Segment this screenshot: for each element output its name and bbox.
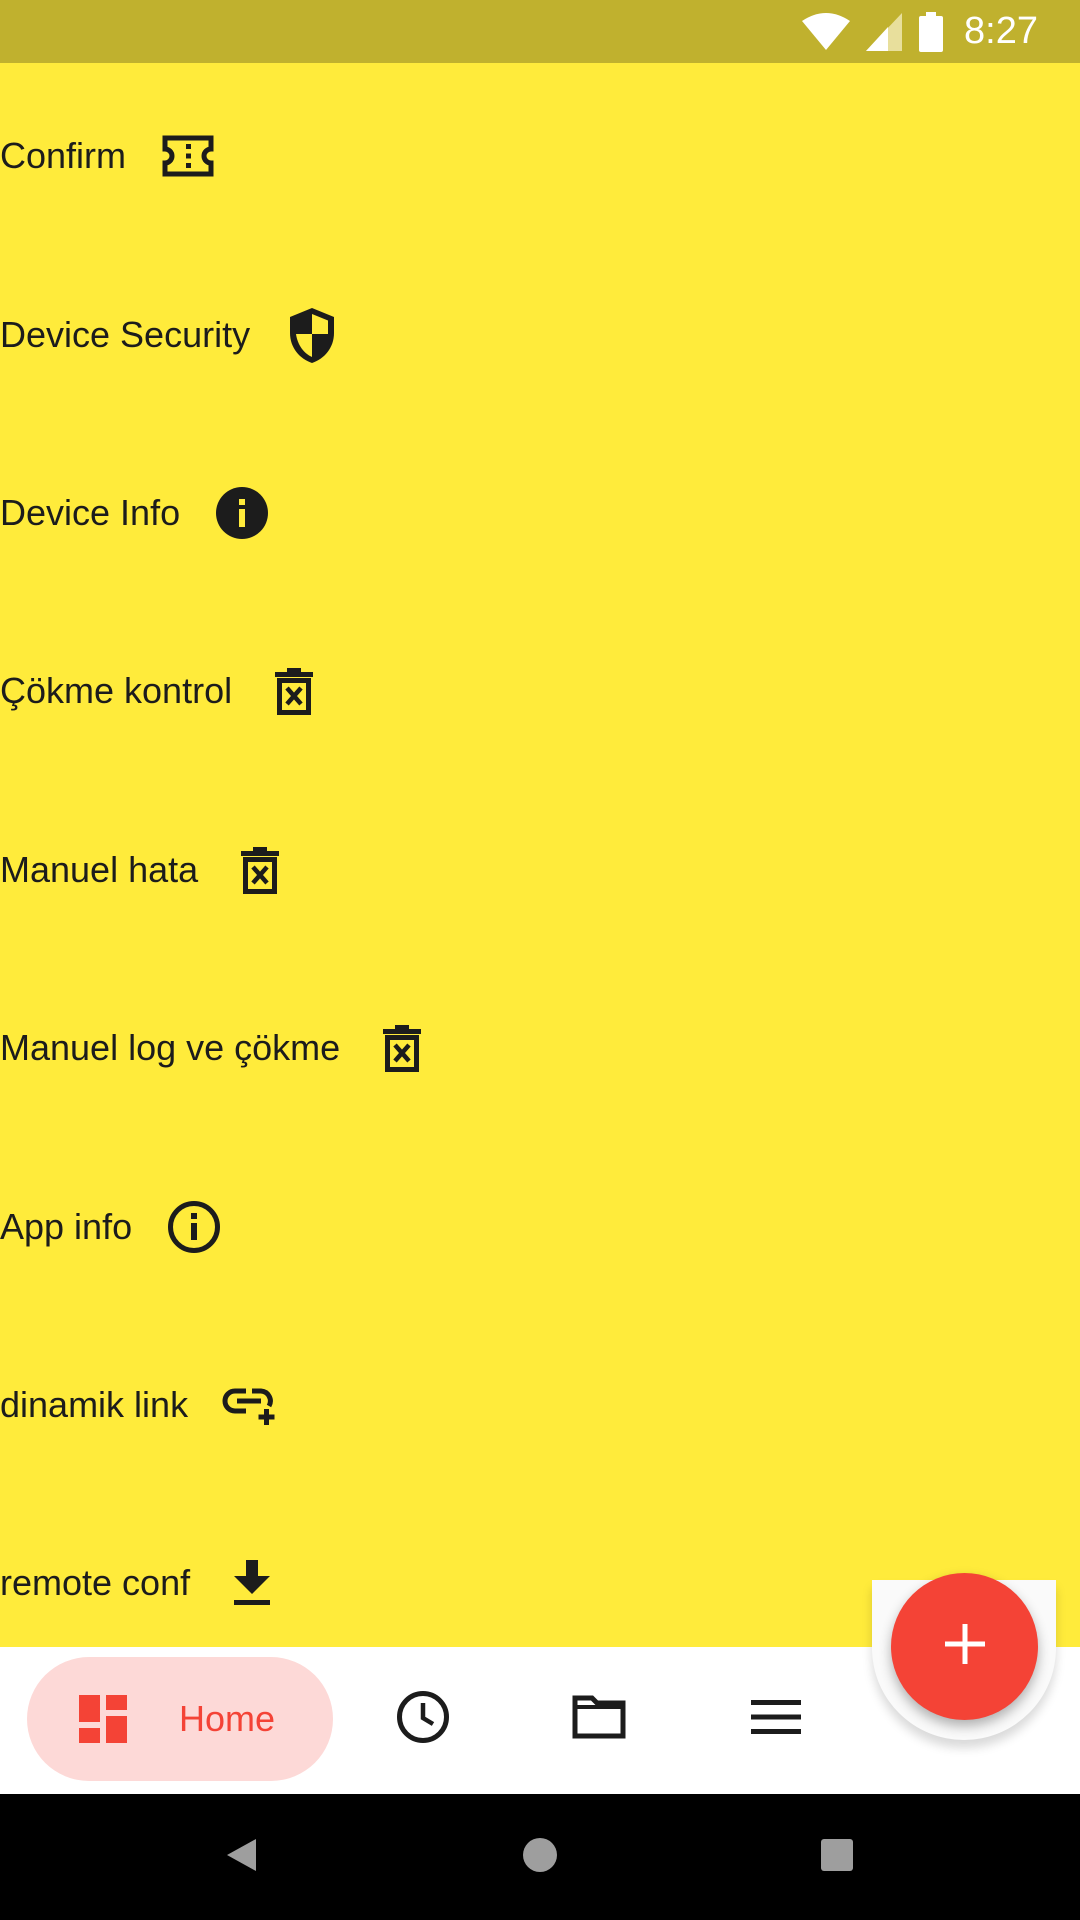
clock-icon <box>396 1690 450 1749</box>
clock-time: 8:27 <box>964 10 1038 52</box>
ticket-icon <box>160 128 216 184</box>
wifi-icon <box>802 12 851 51</box>
menu-item-device-info[interactable]: Device Info <box>0 463 270 563</box>
nav-menu-button[interactable] <box>726 1669 826 1769</box>
recents-button[interactable] <box>807 1827 867 1887</box>
menu-item-label: Manuel log ve çökme <box>0 1027 341 1068</box>
delete-forever-icon <box>266 663 322 719</box>
menu-item-app-info[interactable]: App info <box>0 1177 222 1277</box>
menu-item-label: Confirm <box>0 135 127 176</box>
plus-icon <box>944 1624 985 1669</box>
nav-home-label: Home <box>179 1698 276 1739</box>
info-filled-icon <box>214 485 270 541</box>
menu-item-device-security[interactable]: Device Security <box>0 285 340 385</box>
shield-icon <box>284 307 340 363</box>
back-button[interactable] <box>211 1827 271 1887</box>
nav-folder-button[interactable] <box>549 1669 649 1769</box>
status-bar: 8:27 <box>0 0 1080 63</box>
menu-item-cokme-kontrol[interactable]: Çökme kontrol <box>0 641 322 741</box>
menu-item-manuel-log-ve-cokme[interactable]: Manuel log ve çökme <box>0 998 430 1098</box>
menu-item-remote-conf[interactable]: remote conf <box>0 1533 280 1633</box>
menu-item-manuel-hata[interactable]: Manuel hata <box>0 820 288 920</box>
info-outline-icon <box>166 1199 222 1255</box>
delete-forever-icon <box>374 1020 430 1076</box>
menu-item-label: Device Security <box>0 314 251 355</box>
battery-icon <box>918 11 944 52</box>
download-icon <box>224 1555 280 1611</box>
back-triangle-icon <box>224 1837 258 1878</box>
delete-forever-icon <box>232 842 288 898</box>
dashboard-icon <box>79 1695 127 1743</box>
menu-list: Confirm Device Security Device Info Çökm… <box>0 63 1080 1647</box>
add-link-icon <box>222 1377 278 1433</box>
menu-item-label: remote conf <box>0 1562 191 1603</box>
nav-home-button[interactable]: Home <box>27 1657 333 1781</box>
menu-item-label: Device Info <box>0 492 181 533</box>
home-circle-icon <box>522 1837 558 1878</box>
menu-item-confirm[interactable]: Confirm <box>0 106 216 206</box>
cell-signal-icon <box>866 12 903 51</box>
menu-item-dinamik-link[interactable]: dinamik link <box>0 1355 278 1455</box>
system-navigation-bar <box>0 1794 1080 1920</box>
menu-item-label: Manuel hata <box>0 849 199 890</box>
menu-icon <box>751 1699 801 1739</box>
home-system-button[interactable] <box>510 1827 570 1887</box>
folder-icon <box>572 1695 626 1744</box>
menu-item-label: App info <box>0 1206 133 1247</box>
menu-item-label: dinamik link <box>0 1384 189 1425</box>
menu-item-label: Çökme kontrol <box>0 670 233 711</box>
nav-history-button[interactable] <box>373 1669 473 1769</box>
recents-square-icon <box>820 1838 854 1877</box>
add-fab-button[interactable] <box>891 1573 1038 1720</box>
